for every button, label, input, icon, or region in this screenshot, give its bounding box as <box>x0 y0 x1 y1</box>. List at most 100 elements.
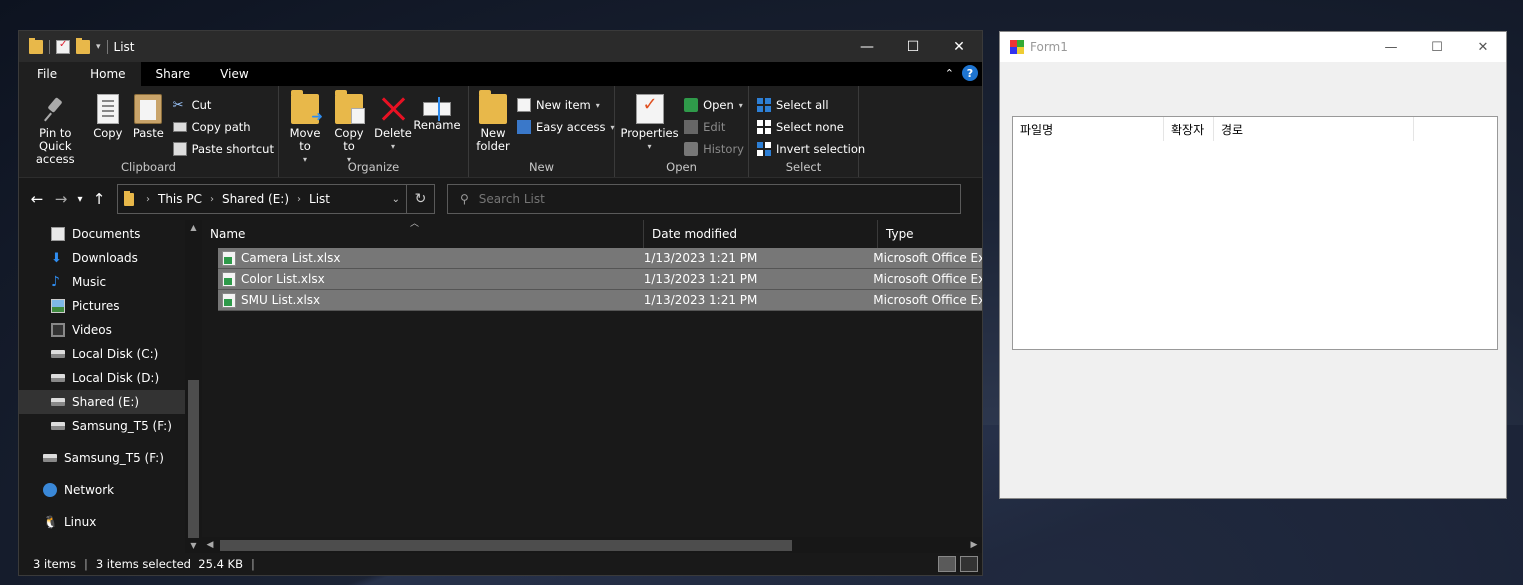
easy-access-button[interactable]: Easy access ▾ <box>517 118 615 136</box>
nav-item-label: Downloads <box>72 251 138 265</box>
address-dropdown-icon[interactable]: ⌄ <box>392 194 400 205</box>
history-button[interactable]: History <box>684 140 744 158</box>
select-none-button[interactable]: Select none <box>757 118 865 136</box>
minimize-button[interactable]: — <box>844 31 890 62</box>
copy-path-button[interactable]: Copy path <box>172 118 274 136</box>
nav-item-label: Network <box>64 483 115 497</box>
breadcrumb-shared[interactable]: Shared (E:) <box>222 192 289 206</box>
maximize-button[interactable]: ☐ <box>890 31 936 62</box>
edit-button[interactable]: Edit <box>684 118 744 136</box>
item-count: 3 items <box>33 557 76 571</box>
organize-group-label: Organize <box>347 160 400 174</box>
nav-item-label: Samsung_T5 (F:) <box>64 451 164 465</box>
recent-locations-icon[interactable]: ▾ <box>73 194 87 205</box>
nav-item[interactable]: Documents <box>19 222 202 246</box>
sort-ascending-icon: ︿ <box>410 220 420 229</box>
form1-maximize-button[interactable]: ☐ <box>1414 32 1460 62</box>
new-item-icon <box>517 98 531 112</box>
cut-button[interactable]: Cut <box>173 96 274 114</box>
tab-share[interactable]: Share <box>141 62 206 86</box>
list-view-headers: 파일명 확장자 경로 <box>1013 117 1497 141</box>
paste-icon <box>134 94 163 124</box>
paste-shortcut-button[interactable]: Paste shortcut <box>172 140 274 158</box>
nav-item[interactable]: Pictures <box>19 294 202 318</box>
help-icon[interactable]: ? <box>962 65 978 81</box>
column-path[interactable]: 경로 <box>1214 117 1414 141</box>
nav-item[interactable]: Local Disk (D:) <box>19 366 202 390</box>
new-item-button[interactable]: New item ▾ <box>517 96 615 114</box>
search-box[interactable]: ⚲ <box>447 184 961 214</box>
folder-icon <box>29 37 43 54</box>
scroll-up-icon[interactable]: ▲ <box>185 220 202 236</box>
new-folder-icon <box>479 90 507 124</box>
breadcrumb-list[interactable]: List <box>309 192 330 206</box>
quick-access-toolbar: ▾ <box>19 37 108 54</box>
select-all-icon <box>757 98 771 112</box>
select-group-label: Select <box>785 160 822 174</box>
scroll-right-icon[interactable]: ▶ <box>966 537 982 554</box>
nav-item[interactable]: Local Disk (C:) <box>19 342 202 366</box>
column-extension[interactable]: 확장자 <box>1164 117 1214 141</box>
horizontal-scrollbar[interactable]: ◀ ▶ <box>202 537 982 554</box>
address-bar[interactable]: › This PC › Shared (E:) › List ⌄ ↻ <box>117 184 435 214</box>
address-row: ← → ▾ ↑ › This PC › Shared (E:) › List ⌄… <box>19 178 982 220</box>
scroll-left-icon[interactable]: ◀ <box>202 537 218 554</box>
tab-home[interactable]: Home <box>75 62 141 86</box>
nav-item[interactable]: Samsung_T5 (F:) <box>19 446 202 470</box>
column-filename[interactable]: 파일명 <box>1013 117 1164 141</box>
explorer-titlebar[interactable]: ▾ List — ☐ ✕ <box>19 31 982 62</box>
form1-minimize-button[interactable]: — <box>1368 32 1414 62</box>
breadcrumb-this-pc[interactable]: This PC <box>158 192 202 206</box>
nav-item[interactable]: Downloads <box>19 246 202 270</box>
up-arrow-icon[interactable]: ↑ <box>87 190 111 208</box>
properties-qat-icon[interactable] <box>56 39 70 54</box>
back-arrow-icon[interactable]: ← <box>25 190 49 208</box>
nav-item[interactable]: Network <box>19 478 202 502</box>
file-row[interactable]: SMU List.xlsx 1/13/2023 1:21 PM Microsoft … <box>218 290 982 311</box>
close-button[interactable]: ✕ <box>936 31 982 62</box>
open-group-label: Open <box>666 160 697 174</box>
new-folder-qat-icon[interactable] <box>76 37 90 54</box>
copy-icon <box>96 94 119 124</box>
easy-access-icon <box>517 120 531 134</box>
scroll-down-icon[interactable]: ▼ <box>185 538 202 554</box>
nav-scrollbar[interactable]: ▲ ▼ <box>185 220 202 554</box>
nav-item[interactable]: Shared (E:) <box>19 390 202 414</box>
nav-item[interactable]: Music <box>19 270 202 294</box>
nav-item[interactable]: Linux <box>19 510 202 534</box>
search-input[interactable] <box>478 192 899 206</box>
column-date-modified[interactable]: Date modified <box>644 220 878 248</box>
column-type[interactable]: Type <box>878 220 914 248</box>
forward-arrow-icon[interactable]: → <box>49 190 73 208</box>
folder-icon <box>124 190 134 206</box>
tab-view[interactable]: View <box>205 62 263 86</box>
select-group: Select all Select none Invert selection … <box>749 86 865 177</box>
file-row[interactable]: Color List.xlsx 1/13/2023 1:21 PM Microsof… <box>218 269 982 290</box>
column-name[interactable]: Name <box>202 220 644 248</box>
collapse-ribbon-icon[interactable]: ⌃ <box>945 67 954 80</box>
form1-list-view[interactable]: 파일명 확장자 경로 <box>1012 116 1498 350</box>
nav-item[interactable]: Videos <box>19 318 202 342</box>
nav-item-label: Documents <box>72 227 141 241</box>
nav-scroll-thumb[interactable] <box>188 380 199 538</box>
form1-close-button[interactable]: ✕ <box>1460 32 1506 62</box>
horizontal-scroll-thumb[interactable] <box>220 540 792 551</box>
form1-titlebar[interactable]: Form1 — ☐ ✕ <box>1000 32 1506 62</box>
refresh-icon[interactable]: ↻ <box>406 185 434 213</box>
qat-dropdown-icon[interactable]: ▾ <box>96 42 101 52</box>
tab-file[interactable]: File <box>19 62 76 86</box>
file-row[interactable]: Camera List.xlsx 1/13/2023 1:21 PM Microso… <box>218 248 982 269</box>
navigation-pane: Documents Downloads Music Pictures Videos Loc… <box>19 220 202 554</box>
move-to-icon <box>291 90 323 124</box>
large-icons-view-icon[interactable] <box>960 556 978 572</box>
nav-item[interactable]: Samsung_T5 (F:) <box>19 414 202 438</box>
file-type: Microsoft Office Ex <box>873 272 982 286</box>
invert-selection-button[interactable]: Invert selection <box>757 140 865 158</box>
file-name: Camera List.xlsx <box>241 251 341 265</box>
excel-file-icon <box>222 271 236 287</box>
details-view-icon[interactable] <box>938 556 956 572</box>
column-headers: ︿ Name Date modified Type <box>202 220 982 248</box>
open-button[interactable]: Open ▾ <box>684 96 744 114</box>
select-all-button[interactable]: Select all <box>757 96 865 114</box>
new-group-label: New <box>528 160 555 174</box>
